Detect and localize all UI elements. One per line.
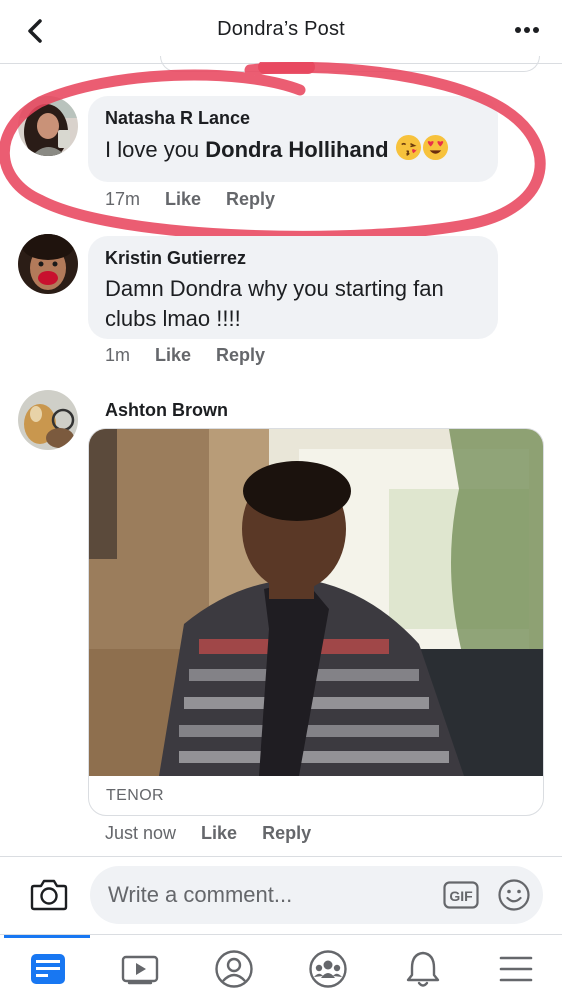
comment-text: Damn Dondra why you starting fan clubs l…	[105, 276, 444, 331]
active-tab-indicator	[4, 935, 90, 938]
svg-text:GIF: GIF	[449, 888, 473, 904]
nav-news-feed[interactable]	[26, 947, 70, 991]
heart-eyes-emoji	[422, 134, 448, 161]
smiley-icon[interactable]	[497, 878, 531, 912]
like-button[interactable]: Like	[165, 188, 201, 210]
groups-icon	[309, 950, 347, 988]
reply-button[interactable]: Reply	[216, 344, 265, 366]
watch-video-icon	[121, 955, 159, 985]
gif-image	[89, 429, 543, 776]
comment-bubble[interactable]: Natasha R Lance I love you Dondra Hollih…	[88, 96, 498, 182]
like-button[interactable]: Like	[155, 344, 191, 366]
avatar[interactable]	[18, 96, 78, 156]
comment-actions: Just now Like Reply	[105, 822, 311, 844]
avatar[interactable]	[18, 234, 78, 294]
comment-author[interactable]: Ashton Brown	[105, 398, 228, 422]
comment-author[interactable]: Natasha R Lance	[105, 106, 480, 130]
comment-text: I love you Dondra Hollihand	[105, 134, 480, 165]
nav-profile[interactable]	[212, 947, 256, 991]
reply-button[interactable]: Reply	[226, 188, 275, 210]
page-title: Dondra’s Post	[217, 18, 345, 40]
comment-author[interactable]: Kristin Gutierrez	[105, 246, 480, 270]
camera-icon[interactable]	[30, 877, 68, 911]
menu-icon	[499, 956, 533, 982]
profile-icon	[215, 950, 253, 988]
more-horizontal-icon[interactable]	[514, 20, 540, 40]
news-feed-icon	[31, 954, 65, 984]
comment-actions: 17m Like Reply	[105, 188, 275, 210]
comment-actions: 1m Like Reply	[105, 344, 265, 366]
nav-watch[interactable]	[118, 947, 162, 991]
comment-composer: GIF	[0, 856, 562, 934]
mention-link[interactable]: Dondra Hollihand	[205, 137, 388, 162]
avatar[interactable]	[18, 390, 78, 450]
notifications-bell-icon	[406, 951, 440, 987]
reply-button[interactable]: Reply	[262, 822, 311, 844]
nav-notifications[interactable]	[401, 947, 445, 991]
like-button[interactable]: Like	[201, 822, 237, 844]
gif-source-label: TENOR	[106, 787, 164, 804]
kissing-face-emoji	[395, 134, 421, 161]
comment-bubble[interactable]: Kristin Gutierrez Damn Dondra why you st…	[88, 236, 498, 339]
nav-groups[interactable]	[306, 947, 350, 991]
previous-comment-edge	[160, 56, 540, 72]
nav-menu[interactable]	[494, 947, 538, 991]
comment-time: 17m	[105, 189, 141, 209]
comment-time: Just now	[105, 823, 177, 843]
gif-button[interactable]: GIF	[443, 881, 479, 909]
gif-attachment[interactable]: TENOR	[88, 428, 544, 816]
bottom-navigation	[0, 934, 562, 1000]
comment-time: 1m	[105, 345, 131, 365]
top-bar: Dondra’s Post	[0, 0, 562, 64]
